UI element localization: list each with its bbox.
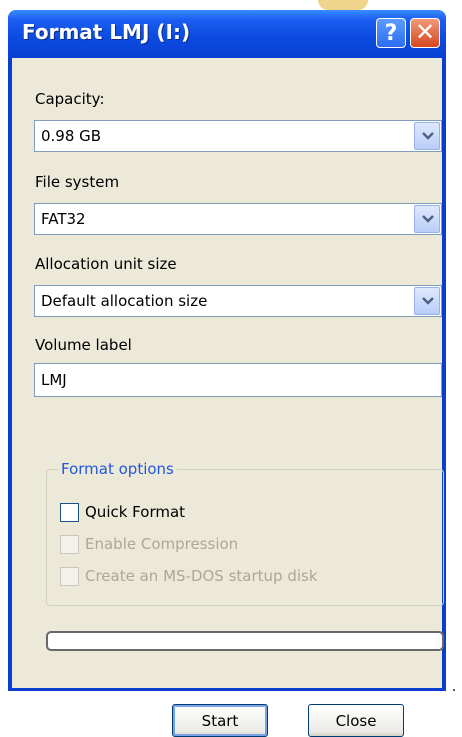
background-window-fragment — [318, 0, 368, 10]
allocation-value: Default allocation size — [41, 292, 208, 310]
checkbox-box — [60, 535, 79, 554]
format-options-title: Format options — [58, 460, 177, 478]
start-button-label: Start — [201, 711, 239, 730]
title-bar[interactable]: Format LMJ (I:) ? ✕ — [8, 10, 446, 58]
volume-label-field[interactable] — [34, 363, 442, 397]
allocation-label: Allocation unit size — [35, 255, 177, 273]
dialog-body: Capacity: 0.98 GB File system FAT32 Allo… — [12, 58, 444, 737]
close-button-label: Close — [335, 711, 377, 730]
chevron-down-icon — [422, 297, 434, 305]
close-button[interactable]: Close — [308, 704, 404, 737]
window-title: Format LMJ (I:) — [22, 20, 191, 44]
file-system-select[interactable]: FAT32 — [34, 203, 442, 235]
help-icon: ? — [384, 21, 398, 46]
file-system-value: FAT32 — [41, 210, 86, 228]
allocation-dropdown-button[interactable] — [414, 287, 440, 315]
file-system-dropdown-button[interactable] — [414, 205, 440, 233]
volume-label-caption: Volume label — [35, 336, 132, 354]
checkbox-box — [60, 567, 79, 586]
capacity-dropdown-button[interactable] — [414, 122, 440, 150]
capacity-select[interactable]: 0.98 GB — [34, 120, 442, 152]
capacity-label: Capacity: — [35, 90, 105, 108]
format-progress-bar — [46, 631, 444, 651]
close-icon: ✕ — [414, 18, 436, 46]
checkbox-box[interactable] — [60, 503, 79, 522]
enable-compression-label: Enable Compression — [85, 535, 239, 553]
volume-label-input[interactable] — [35, 364, 441, 396]
start-button[interactable]: Start — [172, 704, 268, 737]
quick-format-label: Quick Format — [85, 503, 186, 521]
chevron-down-icon — [422, 132, 434, 140]
stray-pixel — [453, 689, 455, 691]
capacity-value: 0.98 GB — [41, 127, 102, 145]
format-dialog: Format LMJ (I:) ? ✕ Capacity: 0.98 GB Fi… — [8, 10, 446, 737]
close-window-button[interactable]: ✕ — [410, 18, 440, 48]
file-system-label: File system — [35, 173, 120, 191]
allocation-select[interactable]: Default allocation size — [34, 285, 442, 317]
chevron-down-icon — [422, 215, 434, 223]
help-button[interactable]: ? — [376, 18, 406, 48]
msdos-startup-label: Create an MS-DOS startup disk — [85, 567, 318, 585]
